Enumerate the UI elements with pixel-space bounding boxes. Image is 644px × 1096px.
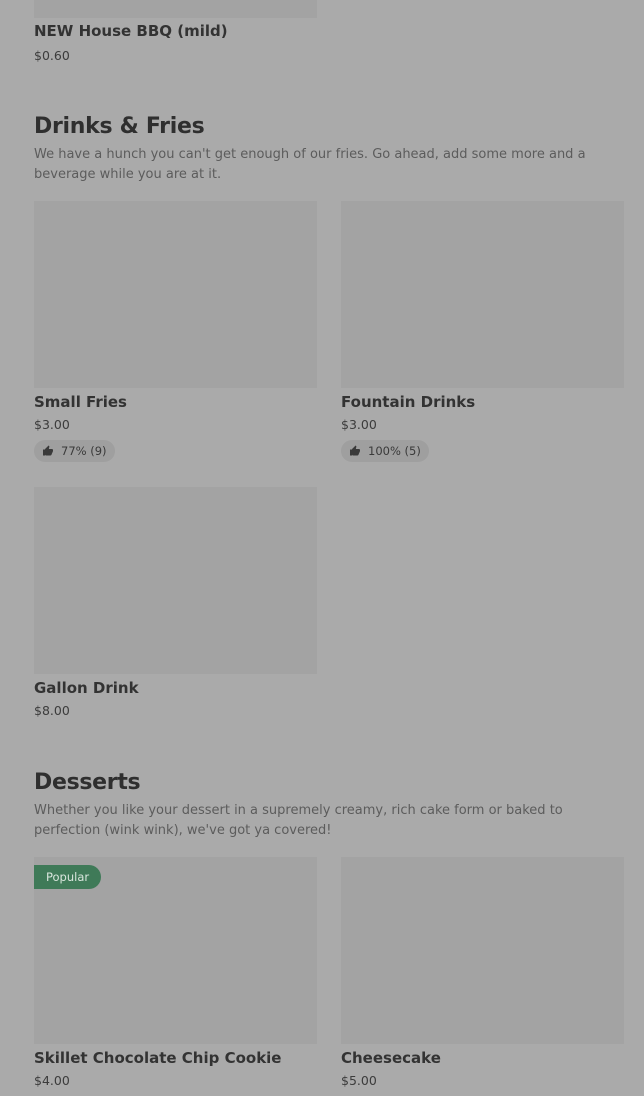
item-price: $8.00 — [34, 703, 70, 718]
thumbs-up-icon — [43, 445, 53, 456]
rating-text: 77% (9) — [61, 444, 107, 458]
item-name: Fountain Drinks — [341, 393, 476, 411]
item-image — [341, 857, 624, 1044]
item-name: Skillet Chocolate Chip Cookie — [34, 1049, 282, 1067]
item-price: $4.00 — [34, 1073, 70, 1088]
item-price: $3.00 — [341, 417, 377, 432]
item-price: $3.00 — [34, 417, 70, 432]
menu-page: NEW House BBQ (mild) $0.60 Drinks & Frie… — [0, 0, 644, 1096]
menu-item-card[interactable]: Popular Skillet Chocolate Chip Cookie $4… — [34, 857, 317, 1088]
menu-item-card[interactable]: Cheesecake $5.00 — [341, 857, 624, 1088]
rating-badge: 100% (5) — [341, 440, 429, 462]
popular-badge: Popular — [34, 865, 102, 889]
section-title: Desserts — [34, 770, 141, 795]
item-name: Cheesecake — [341, 1049, 441, 1067]
rating-text: 100% (5) — [368, 444, 421, 458]
item-price: $0.60 — [34, 48, 70, 63]
item-name: NEW House BBQ (mild) — [34, 22, 228, 40]
thumbs-up-icon — [350, 445, 360, 456]
item-image — [34, 487, 317, 674]
menu-item-card[interactable]: Gallon Drink $8.00 — [34, 487, 317, 718]
item-image: Popular — [34, 857, 317, 1044]
menu-item-card[interactable]: NEW House BBQ (mild) $0.60 — [34, 0, 317, 63]
menu-item-card[interactable]: Fountain Drinks $3.00 100% (5) — [341, 201, 624, 462]
item-image — [34, 0, 317, 18]
section-description: We have a hunch you can't get enough of … — [34, 147, 586, 182]
item-price: $5.00 — [341, 1073, 377, 1088]
menu-item-card[interactable]: Small Fries $3.00 77% (9) — [34, 201, 317, 462]
item-image — [341, 201, 624, 388]
section-title: Drinks & Fries — [34, 114, 205, 139]
item-name: Small Fries — [34, 393, 127, 411]
item-image — [34, 201, 317, 388]
item-name: Gallon Drink — [34, 679, 139, 697]
rating-badge: 77% (9) — [34, 440, 115, 462]
section-description: Whether you like your dessert in a supre… — [34, 803, 563, 838]
